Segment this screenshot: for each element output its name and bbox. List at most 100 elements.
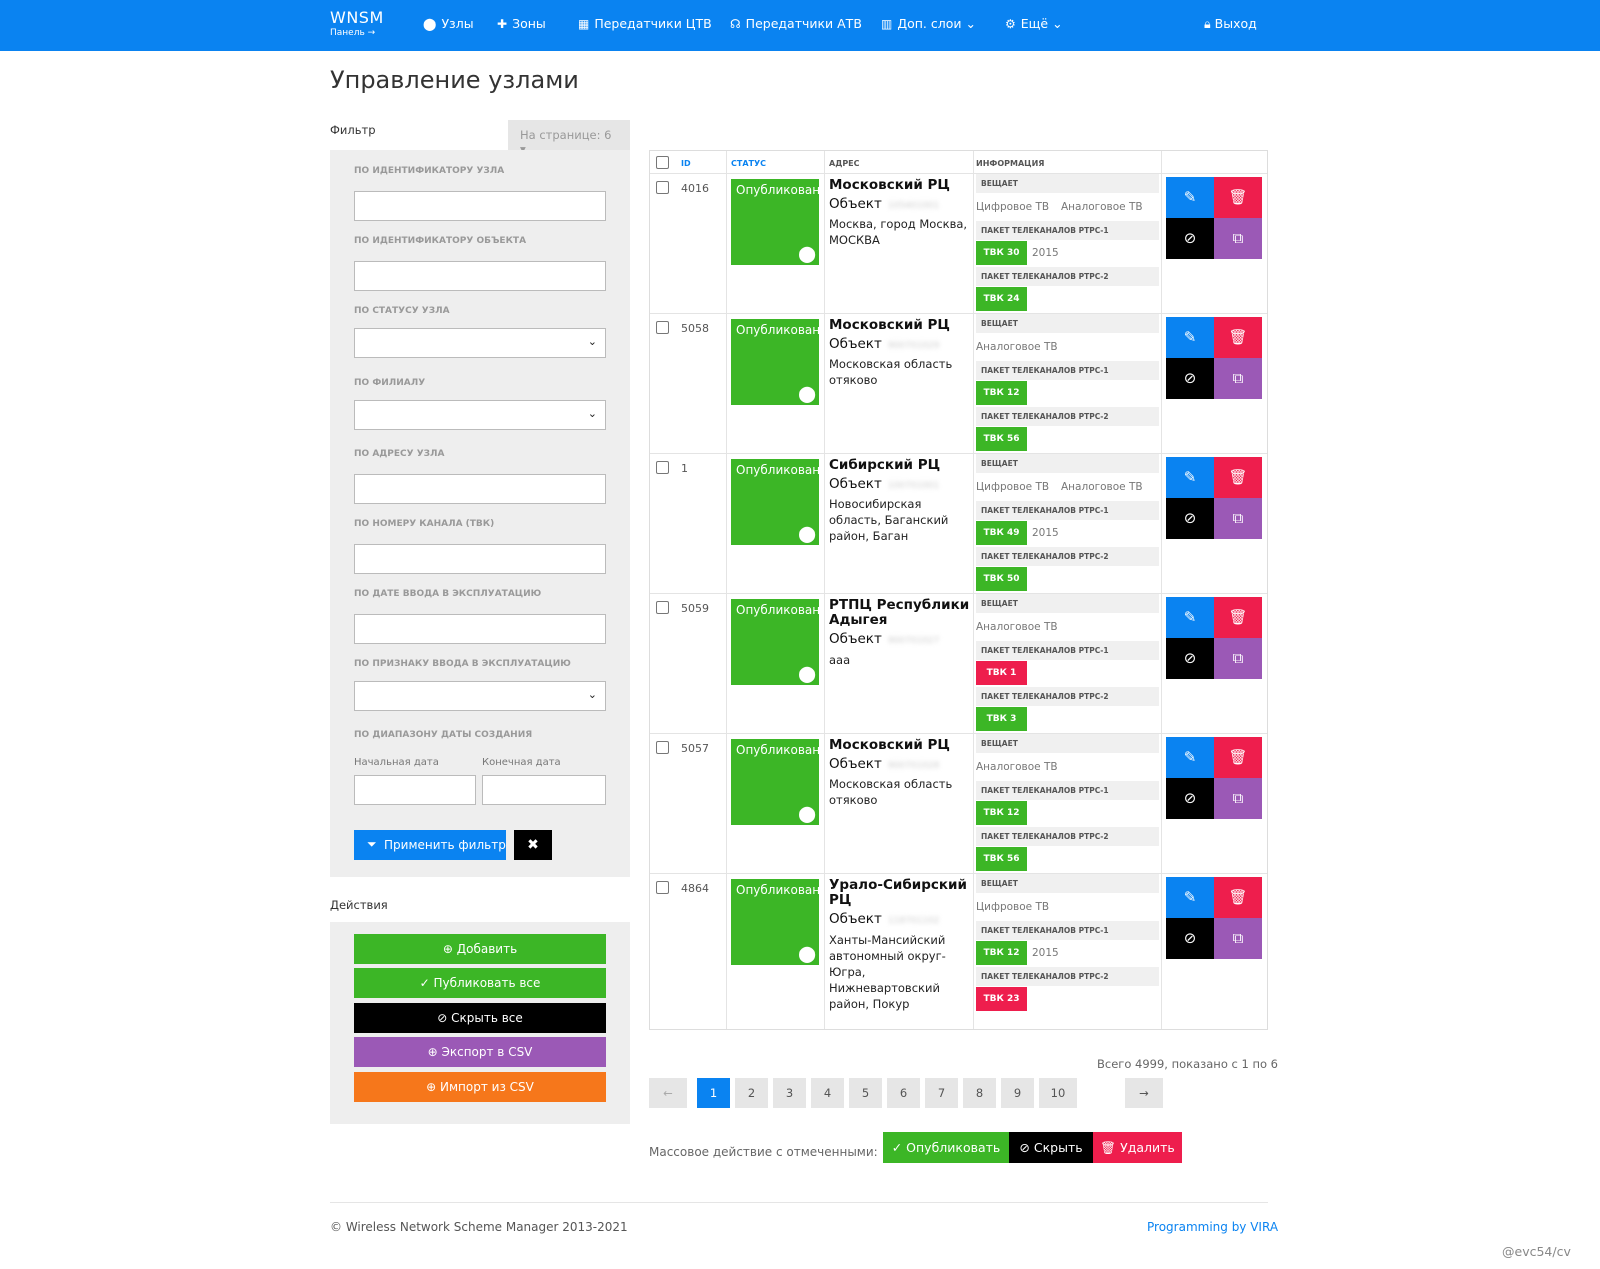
nav-nodes-label: Узлы xyxy=(441,16,474,31)
clear-filter-button[interactable]: ✖ xyxy=(514,830,552,860)
hide-button[interactable]: ⊘ xyxy=(1166,358,1214,399)
status-badge[interactable]: Опубликован ⬤ xyxy=(731,739,821,825)
nav-zones[interactable]: ✚ Зоны xyxy=(497,16,546,31)
filter-node-id-input[interactable] xyxy=(354,191,606,221)
logout-link[interactable]: 🔒︎ Выход xyxy=(1204,16,1257,32)
edit-button[interactable]: ✎ xyxy=(1166,317,1214,358)
edit-button[interactable]: ✎ xyxy=(1166,597,1214,638)
filter-object-id-input[interactable] xyxy=(354,261,606,291)
status-badge[interactable]: Опубликован ⬤ xyxy=(731,459,820,545)
nav-nodes[interactable]: ⬤ Узлы xyxy=(423,16,474,31)
edit-button[interactable]: ✎ xyxy=(1166,877,1214,918)
map-marker-icon[interactable]: ⬤ xyxy=(798,384,816,403)
status-badge[interactable]: Опубликован ⬤ xyxy=(731,319,820,405)
prev-page-button[interactable]: ← xyxy=(649,1078,687,1108)
delete-button[interactable]: 🗑︎ xyxy=(1214,597,1262,638)
footer-divider xyxy=(330,1202,1268,1203)
map-marker-icon[interactable]: ⬤ xyxy=(798,244,816,263)
page-button[interactable]: 4 xyxy=(811,1078,844,1108)
header-status[interactable]: СТАТУС xyxy=(731,159,766,168)
panel-link[interactable]: Панель → xyxy=(330,28,384,38)
object-label: Объект xyxy=(829,336,882,352)
page-button[interactable]: 2 xyxy=(735,1078,768,1108)
map-marker-icon[interactable]: ⬤ xyxy=(798,944,816,963)
hide-button[interactable]: ⊘ xyxy=(1166,778,1214,819)
page-button[interactable]: 10 xyxy=(1039,1078,1077,1108)
nav-more-dropdown[interactable]: ⚙ Ещё ⌄ xyxy=(1005,16,1063,31)
mass-publish-button[interactable]: ✓ Опубликовать xyxy=(883,1132,1009,1163)
hide-all-button[interactable]: ⊘ Скрыть все xyxy=(354,1003,606,1033)
edit-button[interactable]: ✎ xyxy=(1166,457,1214,498)
copy-button[interactable]: ⧉ xyxy=(1214,358,1262,399)
status-badge[interactable]: Опубликован ⬤ xyxy=(731,179,820,265)
copy-button[interactable]: ⧉ xyxy=(1214,638,1262,679)
broadcast-type: Цифровое ТВ xyxy=(976,201,1050,213)
brand-name[interactable]: WNSM xyxy=(330,8,384,27)
hide-button[interactable]: ⊘ xyxy=(1166,498,1214,539)
delete-button[interactable]: 🗑︎ xyxy=(1214,877,1262,918)
row-checkbox[interactable] xyxy=(656,881,669,894)
object-label: Объект xyxy=(829,476,882,492)
next-page-button[interactable]: → xyxy=(1125,1078,1163,1108)
mass-delete-button[interactable]: 🗑︎ Удалить xyxy=(1093,1132,1182,1163)
per-page-dropdown[interactable]: На странице: 6 ▾ xyxy=(508,120,630,156)
row-checkbox[interactable] xyxy=(656,601,669,614)
map-marker-icon[interactable]: ⬤ xyxy=(798,524,816,543)
select-all-checkbox[interactable] xyxy=(656,156,669,169)
filter-status-select[interactable]: ⌄ xyxy=(354,328,606,358)
delete-button[interactable]: 🗑︎ xyxy=(1214,457,1262,498)
row-checkbox[interactable] xyxy=(656,321,669,334)
apply-filter-button[interactable]: ⏷ Применить фильтр xyxy=(354,830,506,860)
nav-layers-dropdown[interactable]: ▥ Доп. слои ⌄ xyxy=(881,16,976,31)
map-marker-icon[interactable]: ⬤ xyxy=(798,664,816,683)
nav-atv-transmitters[interactable]: ☊ Передатчики АТВ xyxy=(730,16,862,31)
delete-button[interactable]: 🗑︎ xyxy=(1214,737,1262,778)
nav-dtv-transmitters[interactable]: ▦ Передатчики ЦТВ xyxy=(578,16,712,31)
filter-flag-select[interactable]: ⌄ xyxy=(354,681,606,711)
row-checkbox[interactable] xyxy=(656,741,669,754)
hide-button[interactable]: ⊘ xyxy=(1166,638,1214,679)
edit-button[interactable]: ✎ xyxy=(1166,177,1214,218)
filter-branch-select[interactable]: ⌄ xyxy=(354,400,606,430)
export-csv-button[interactable]: ⊕ Экспорт в CSV xyxy=(354,1037,606,1067)
pkg2-channel-badge: ТВК 23 xyxy=(976,987,1027,1011)
publish-all-button[interactable]: ✓ Публиковать все xyxy=(354,968,606,998)
status-badge[interactable]: Опубликован ⬤ xyxy=(731,599,820,685)
end-date-input[interactable] xyxy=(482,775,606,805)
status-label: Опубликован xyxy=(736,743,821,757)
hide-button[interactable]: ⊘ xyxy=(1166,218,1214,259)
filter-address-input[interactable] xyxy=(354,474,606,504)
mass-hide-button[interactable]: ⊘ Скрыть xyxy=(1009,1132,1093,1163)
map-marker-icon[interactable]: ⬤ xyxy=(798,804,816,823)
add-button[interactable]: ⊕ Добавить xyxy=(354,934,606,964)
header-id[interactable]: ID xyxy=(681,159,691,168)
edit-button[interactable]: ✎ xyxy=(1166,737,1214,778)
copy-button[interactable]: ⧉ xyxy=(1214,218,1262,259)
filter-date-input[interactable] xyxy=(354,614,606,644)
page-button[interactable]: 9 xyxy=(1001,1078,1034,1108)
credit-link[interactable]: Programming by VIRA xyxy=(1147,1220,1278,1234)
status-badge[interactable]: Опубликован ⬤ xyxy=(731,879,821,965)
page-button[interactable]: 1 xyxy=(697,1078,730,1108)
status-label: Опубликован xyxy=(736,883,821,897)
row-checkbox[interactable] xyxy=(656,181,669,194)
hide-button[interactable]: ⊘ xyxy=(1166,918,1214,959)
page-button[interactable]: 6 xyxy=(887,1078,920,1108)
copy-button[interactable]: ⧉ xyxy=(1214,778,1262,819)
filter-channel-input[interactable] xyxy=(354,544,606,574)
copy-button[interactable]: ⧉ xyxy=(1214,918,1262,959)
import-csv-button[interactable]: ⊕ Импорт из CSV xyxy=(354,1072,606,1102)
page-button[interactable]: 5 xyxy=(849,1078,882,1108)
apply-filter-label: Применить фильтр xyxy=(384,838,506,852)
page-button[interactable]: 3 xyxy=(773,1078,806,1108)
start-date-input[interactable] xyxy=(354,775,476,805)
delete-button[interactable]: 🗑︎ xyxy=(1214,177,1262,218)
delete-button[interactable]: 🗑︎ xyxy=(1214,317,1262,358)
brand[interactable]: WNSM Панель → xyxy=(330,8,384,38)
copy-button[interactable]: ⧉ xyxy=(1214,498,1262,539)
node-title: Московский РЦ xyxy=(829,177,950,193)
object-label: Объект xyxy=(829,756,882,772)
page-button[interactable]: 8 xyxy=(963,1078,996,1108)
page-button[interactable]: 7 xyxy=(925,1078,958,1108)
row-checkbox[interactable] xyxy=(656,461,669,474)
